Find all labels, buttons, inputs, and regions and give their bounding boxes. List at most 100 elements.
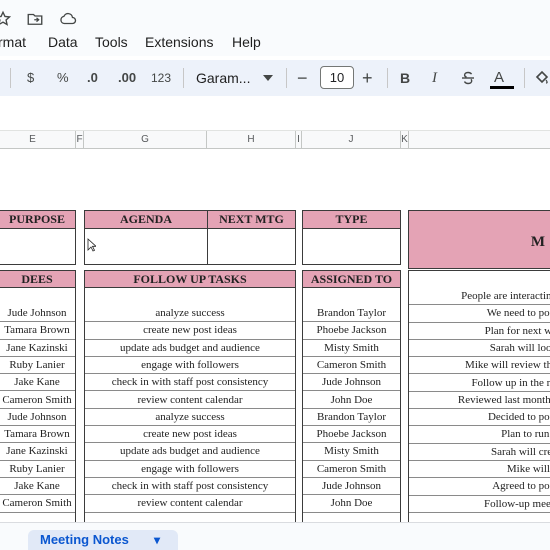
menu-tools[interactable]: Tools — [95, 34, 128, 50]
assignee-cell[interactable]: Jude Johnson — [303, 478, 400, 496]
column-header-k[interactable]: K — [401, 131, 409, 149]
assignee-cell[interactable]: Misty Smith — [303, 340, 400, 357]
assignee-cell[interactable]: Cameron Smith — [303, 357, 400, 375]
move-to-folder-icon[interactable] — [26, 10, 44, 28]
menu-data[interactable]: Data — [48, 34, 78, 50]
font-size-input[interactable]: 10 — [320, 66, 354, 89]
task-cell[interactable]: create new post ideas — [85, 426, 295, 444]
task-cell[interactable]: create new post ideas — [85, 322, 295, 340]
attendee-cell[interactable]: Tamara Brown — [0, 426, 75, 444]
column-header-row: E F G H I J K — [0, 130, 550, 149]
attendee-cell[interactable]: Jake Kane — [0, 374, 75, 392]
next-mtg-cell[interactable] — [207, 228, 296, 265]
assignee-cell[interactable]: Cameron Smith — [303, 461, 400, 478]
follow-up-tasks-list: analyze success create new post ideas upda… — [84, 287, 296, 527]
note-cell[interactable]: Mike will review the — [409, 357, 550, 375]
agenda-header: AGENDA — [84, 210, 208, 229]
assignee-cell[interactable]: Brandon Taylor — [303, 305, 400, 323]
toolbar-divider — [286, 68, 287, 88]
strikethrough-icon[interactable] — [460, 70, 476, 86]
note-cell[interactable]: We need to post — [409, 305, 550, 323]
assignee-cell[interactable]: John Doe — [303, 495, 400, 513]
percent-format-button[interactable]: % — [57, 68, 69, 88]
attendees-list: Jude Johnson Tamara Brown Jane Kazinski Rub… — [0, 287, 76, 527]
note-cell[interactable]: Plan to run a — [409, 426, 550, 444]
note-cell[interactable]: Reviewed last month's — [409, 392, 550, 410]
menu-help[interactable]: Help — [232, 34, 261, 50]
task-cell[interactable]: check in with staff post consistency — [85, 374, 295, 392]
column-header-j[interactable]: J — [302, 131, 401, 149]
sheet-tab-label: Meeting Notes — [40, 532, 129, 547]
note-cell[interactable]: Plan for next we — [409, 323, 550, 340]
attendee-cell[interactable]: Ruby Lanier — [0, 461, 75, 478]
attendee-cell[interactable]: Jane Kazinski — [0, 443, 75, 461]
follow-up-tasks-header: FOLLOW UP TASKS — [84, 270, 296, 288]
agenda-cell[interactable] — [84, 228, 208, 265]
sheet-grid[interactable]: PURPOSE AGENDA NEXT MTG TYPE M DEES FOLL… — [0, 150, 550, 527]
attendee-cell[interactable]: Cameron Smith — [0, 495, 75, 513]
currency-format-button[interactable]: $ — [27, 68, 34, 88]
assignee-cell[interactable]: Misty Smith — [303, 443, 400, 461]
assignee-cell[interactable]: Phoebe Jackson — [303, 322, 400, 340]
column-header-blank[interactable] — [409, 131, 550, 149]
note-cell[interactable]: Follow up in the ne — [409, 375, 550, 392]
toolbar-divider — [387, 68, 388, 88]
note-cell[interactable]: People are interacting — [409, 288, 550, 306]
attendee-cell[interactable]: Jude Johnson — [0, 305, 75, 323]
assigned-to-list: Brandon Taylor Phoebe Jackson Misty Smith C… — [302, 287, 401, 527]
chevron-down-icon[interactable] — [263, 75, 273, 81]
note-cell[interactable]: Sarah will crea — [409, 444, 550, 461]
notes-list: People are interacting We need to post Pla… — [408, 270, 550, 527]
task-cell[interactable]: update ads budget and audience — [85, 443, 295, 461]
column-header-h[interactable]: H — [207, 131, 296, 149]
increase-decimal-button[interactable]: .00 — [118, 68, 136, 88]
task-cell[interactable]: review content calendar — [85, 495, 295, 513]
note-cell[interactable]: Agreed to post — [409, 478, 550, 496]
attendee-cell[interactable]: Jude Johnson — [0, 409, 75, 427]
assignee-cell[interactable]: Jude Johnson — [303, 374, 400, 392]
increase-font-size-button[interactable]: + — [362, 68, 373, 88]
task-cell[interactable]: analyze success — [85, 409, 295, 427]
menu-extensions[interactable]: Extensions — [145, 34, 213, 50]
italic-button[interactable]: I — [432, 68, 437, 88]
column-header-e[interactable]: E — [0, 131, 76, 149]
task-cell[interactable]: update ads budget and audience — [85, 340, 295, 357]
fill-color-icon[interactable] — [534, 68, 550, 86]
toolbar-divider — [10, 68, 11, 88]
purpose-cell[interactable] — [0, 228, 76, 265]
more-formats-button[interactable]: 123 — [151, 68, 171, 88]
text-color-button[interactable]: A — [494, 68, 504, 88]
attendee-cell[interactable]: Jane Kazinski — [0, 340, 75, 357]
note-cell[interactable]: Mike will s — [409, 461, 550, 479]
decrease-decimal-button[interactable]: .0 — [87, 68, 98, 88]
assignee-cell[interactable]: Phoebe Jackson — [303, 426, 400, 444]
cloud-status-icon[interactable] — [58, 10, 78, 28]
attendee-cell[interactable]: Jake Kane — [0, 478, 75, 496]
task-cell[interactable]: engage with followers — [85, 357, 295, 375]
bold-button[interactable]: B — [400, 68, 410, 88]
sheet-tab-meeting-notes[interactable]: Meeting Notes ▾ — [28, 530, 178, 550]
task-cell[interactable]: review content calendar — [85, 392, 295, 409]
note-cell[interactable]: Sarah will look — [409, 340, 550, 358]
attendee-cell[interactable]: Cameron Smith — [0, 392, 75, 409]
note-cell[interactable]: Follow-up meeti — [409, 496, 550, 513]
toolbar-divider — [524, 68, 525, 88]
font-family-select[interactable]: Garam... — [196, 68, 250, 88]
task-cell[interactable]: check in with staff post consistency — [85, 478, 295, 496]
chevron-down-icon[interactable]: ▾ — [154, 530, 160, 550]
star-icon[interactable] — [0, 10, 12, 28]
column-header-f[interactable]: F — [76, 131, 84, 149]
type-cell[interactable] — [302, 228, 401, 265]
menu-format[interactable]: rmat — [0, 34, 26, 50]
column-header-g[interactable]: G — [84, 131, 207, 149]
meeting-notes-header: M — [408, 210, 550, 269]
attendee-cell[interactable]: Tamara Brown — [0, 322, 75, 340]
decrease-font-size-button[interactable]: − — [297, 68, 308, 88]
next-mtg-header: NEXT MTG — [207, 210, 296, 229]
assignee-cell[interactable]: John Doe — [303, 392, 400, 409]
task-cell[interactable]: engage with followers — [85, 461, 295, 478]
task-cell[interactable]: analyze success — [85, 305, 295, 323]
assignee-cell[interactable]: Brandon Taylor — [303, 409, 400, 427]
attendee-cell[interactable]: Ruby Lanier — [0, 357, 75, 375]
note-cell[interactable]: Decided to post — [409, 409, 550, 427]
